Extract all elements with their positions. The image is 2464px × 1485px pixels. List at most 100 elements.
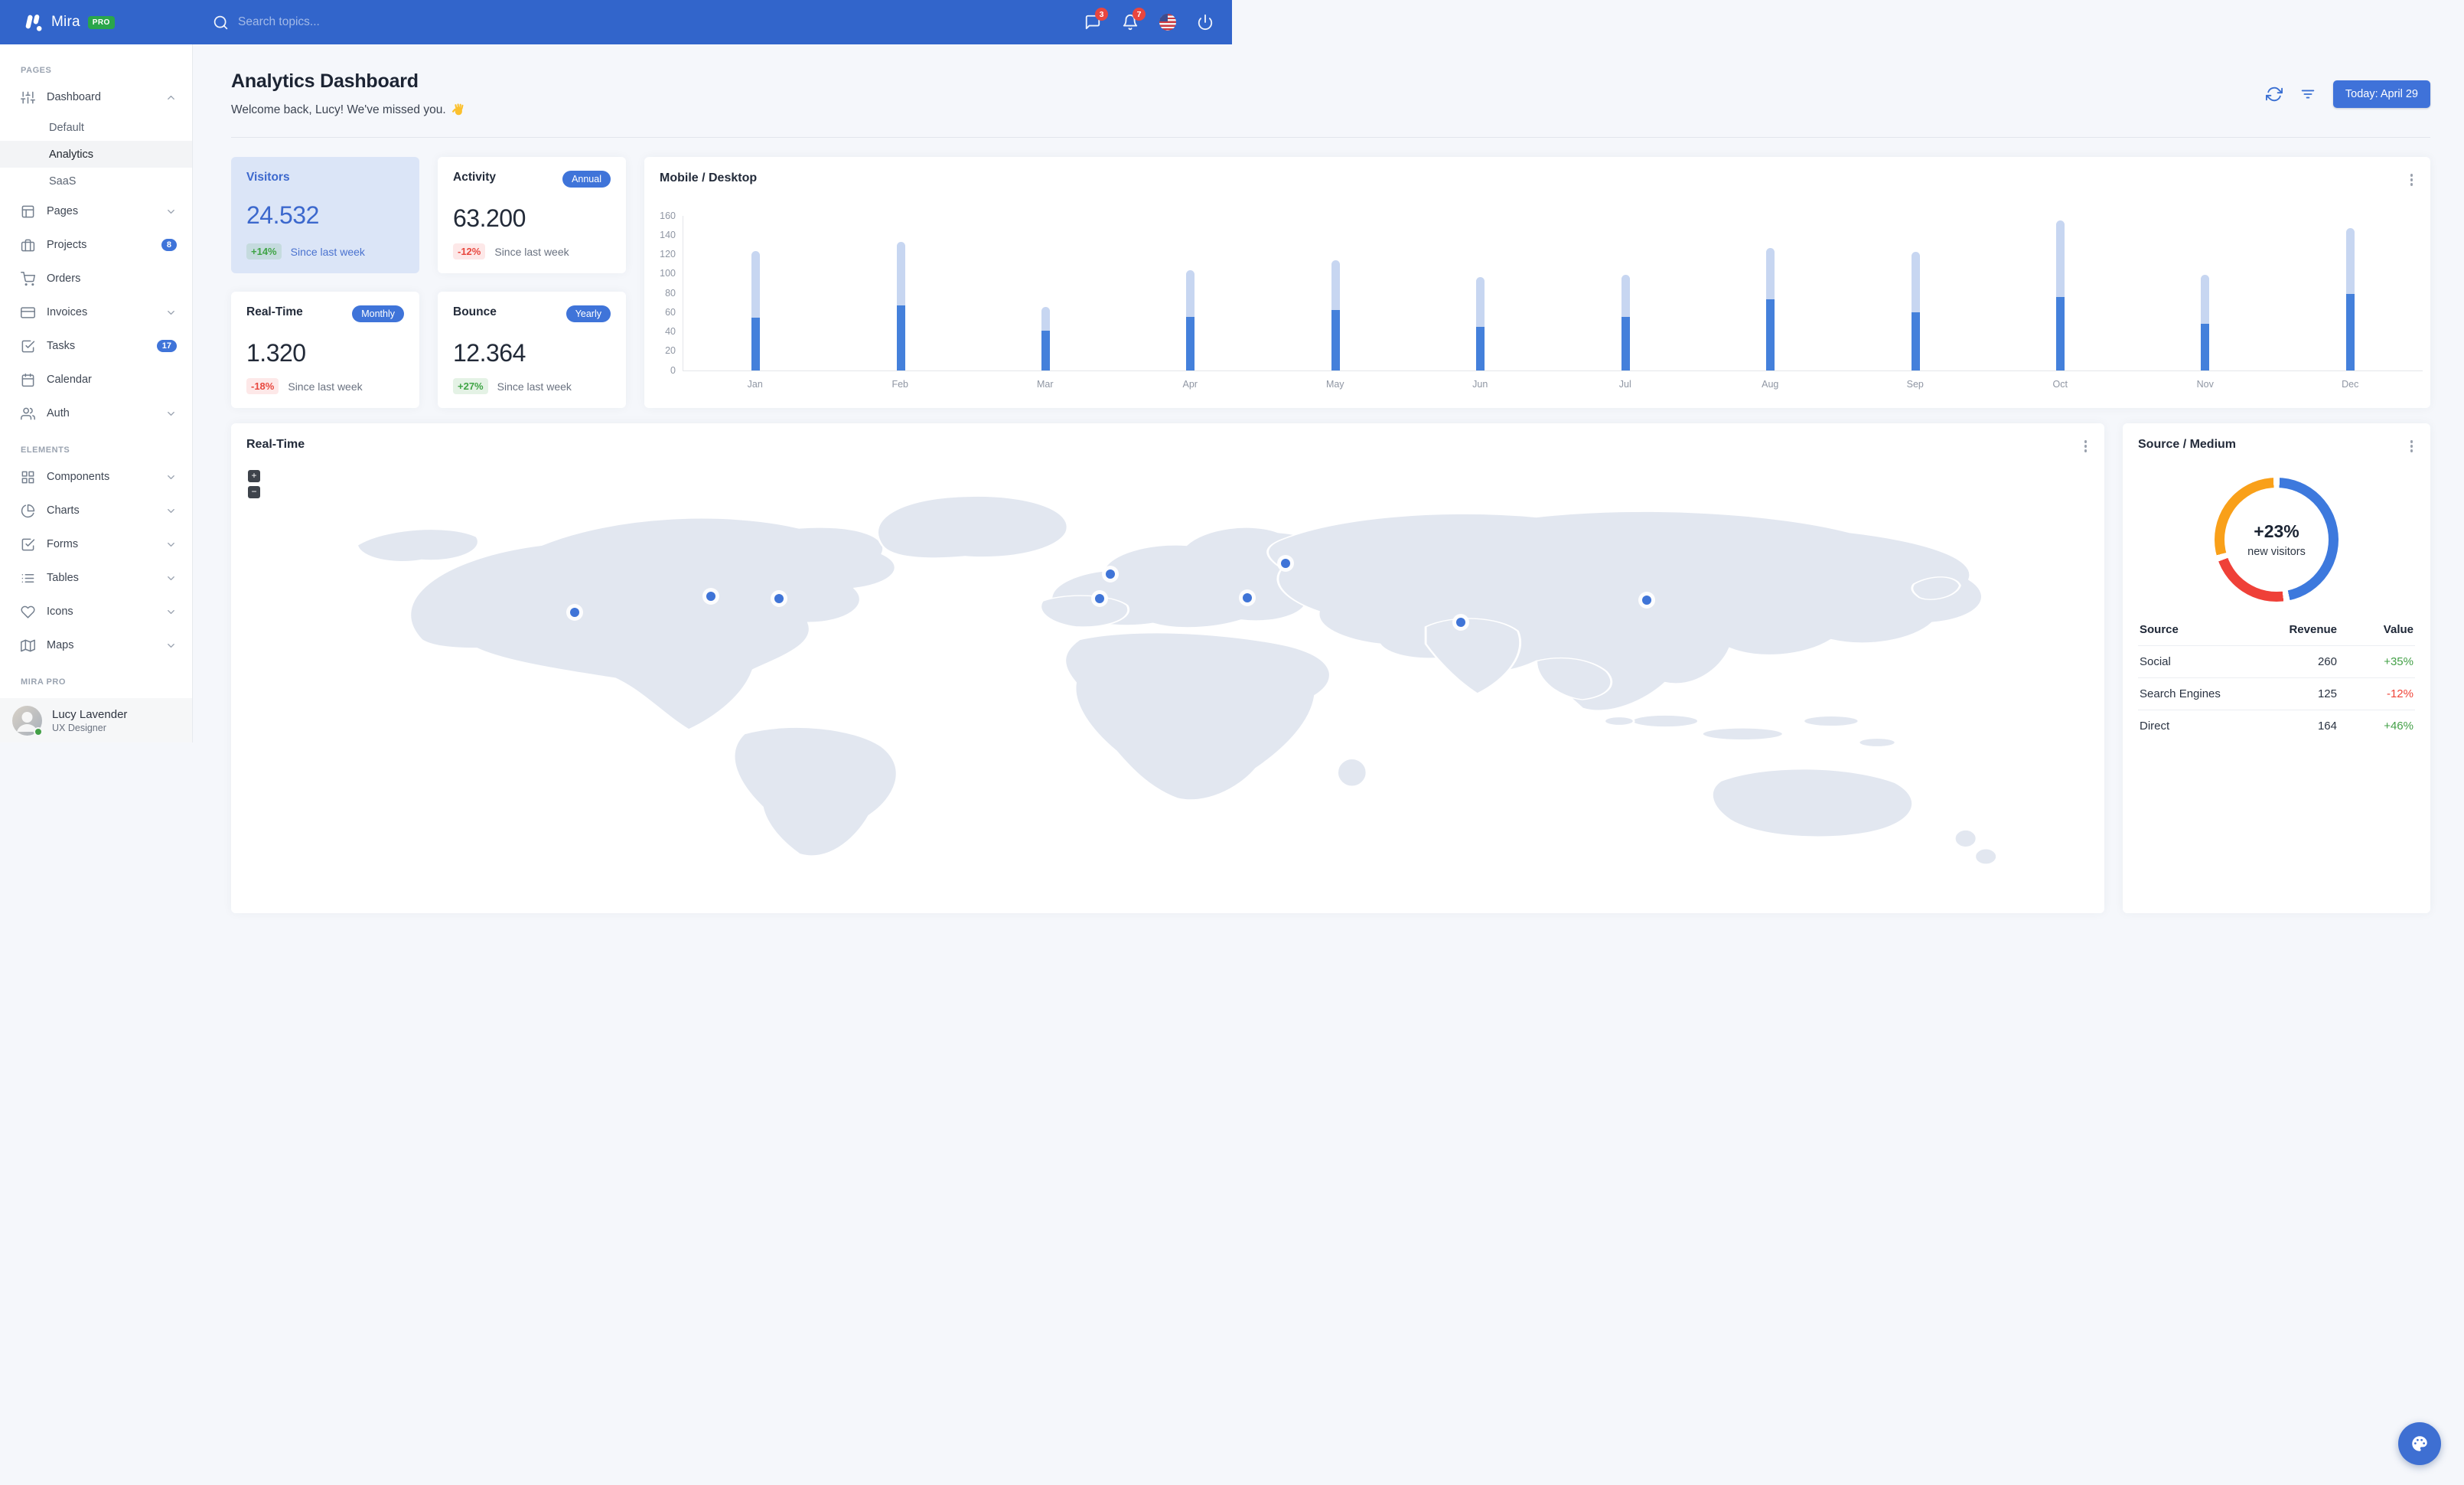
realtime-map-card: Real-Time + −	[231, 423, 2104, 913]
cell-value: -12%	[2386, 687, 2413, 700]
page-subtitle: Welcome back, Lucy! We've missed you.	[231, 103, 466, 117]
sidebar-item-tasks[interactable]: Tasks 17	[0, 329, 192, 363]
chart-menu-button[interactable]	[2408, 171, 2416, 188]
donut-center-label: new visitors	[2247, 545, 2306, 558]
donut-center: +23% new visitors	[2215, 478, 2339, 602]
bar-segment-desktop	[1186, 270, 1195, 318]
cell-value: +46%	[2384, 719, 2413, 733]
search-bar	[213, 15, 414, 31]
stat-note: Since last week	[288, 380, 363, 393]
bar-segment-desktop	[1041, 307, 1051, 331]
map-marker-new-york	[774, 593, 784, 603]
stacked-bar	[1766, 216, 1775, 370]
delta-badge: -12%	[453, 243, 486, 259]
stat-card-top: Bounce Yearly	[453, 305, 611, 322]
sidebar-subitem-default[interactable]: Default	[0, 114, 192, 141]
stat-note: Since last week	[290, 245, 365, 258]
sidebar-item-tables[interactable]: Tables	[0, 561, 192, 595]
y-axis-tick: 140	[660, 229, 676, 240]
cell-value: +35%	[2384, 654, 2413, 668]
bar-segment-mobile	[2056, 296, 2065, 370]
map-marker-london	[1106, 569, 1116, 579]
bar-segment-desktop	[2345, 227, 2355, 294]
map-zoom-out-button[interactable]: −	[248, 485, 260, 498]
table-row-direct: Direct 164 +46%	[2138, 709, 2415, 742]
messages-count-badge: 3	[1095, 8, 1108, 21]
sidebar-item-label: Invoices	[47, 306, 88, 318]
bar-chart: 0 20 40 60 80 100 120 140 160	[660, 211, 2423, 376]
sidebar-item-components[interactable]: Components	[0, 460, 192, 494]
x-axis-label: Aug	[1762, 378, 1779, 390]
sign-out-button[interactable]	[1197, 14, 1214, 31]
messages-button[interactable]: 3	[1084, 8, 1108, 31]
date-range-button[interactable]: Today: April 29	[2332, 80, 2430, 108]
sidebar-item-maps[interactable]: Maps	[0, 628, 192, 662]
donut-chart: +23% new visitors	[2215, 477, 2339, 602]
map-zoom-in-button[interactable]: +	[248, 469, 260, 482]
bar-segment-desktop	[1331, 259, 1340, 311]
stacked-bar	[751, 216, 761, 370]
sidebar-user[interactable]: Lucy Lavender UX Designer	[0, 698, 192, 742]
y-axis-tick: 120	[660, 249, 676, 259]
col-header-source: Source	[2140, 622, 2179, 636]
period-badge: Yearly	[565, 305, 611, 322]
filter-button[interactable]	[2299, 86, 2316, 103]
us-flag-icon	[1159, 14, 1176, 31]
sidebar-item-projects[interactable]: Projects 8	[0, 228, 192, 262]
sidebar-item-forms[interactable]: Forms	[0, 527, 192, 561]
list-icon	[21, 571, 35, 586]
x-axis-label: Sep	[1906, 378, 1924, 390]
brand[interactable]: Mira PRO	[0, 12, 193, 33]
sidebar-item-label: Components	[47, 471, 110, 483]
header-actions: Today: April 29	[2265, 80, 2430, 108]
sidebar-item-label: Tasks	[47, 340, 76, 352]
stacked-bar	[1331, 216, 1340, 370]
cell-source: Direct	[2140, 719, 2170, 733]
table-header-row: Source Revenue Value	[2138, 623, 2415, 645]
x-axis-label: Jun	[1472, 378, 1488, 390]
sidebar-item-calendar[interactable]: Calendar	[0, 363, 192, 397]
sidebar-subitem-analytics[interactable]: Analytics	[0, 141, 192, 168]
sidebar-item-charts[interactable]: Charts	[0, 494, 192, 527]
source-menu-button[interactable]	[2408, 438, 2416, 455]
refresh-button[interactable]	[2265, 86, 2283, 103]
stat-card-top: Activity Annual	[453, 171, 611, 188]
chevron-down-icon	[165, 539, 177, 550]
search-icon	[213, 15, 229, 31]
theme-settings-fab[interactable]	[2398, 1422, 2441, 1465]
sidebar-item-auth[interactable]: Auth	[0, 397, 192, 430]
sidebar-item-icons[interactable]: Icons	[0, 595, 192, 628]
cell-revenue: 125	[2317, 687, 2337, 700]
stat-value: 12.364	[453, 339, 526, 367]
bar-segment-desktop	[896, 241, 905, 305]
col-header-value: Value	[2383, 622, 2413, 636]
bar-segment-mobile	[1621, 317, 1630, 370]
source-medium-card: Source / Medium +23% new visitors Source…	[2123, 423, 2430, 913]
pro-badge: PRO	[87, 15, 115, 29]
stacked-bar	[2056, 216, 2065, 370]
stat-value: 1.320	[246, 339, 306, 367]
search-input[interactable]	[238, 15, 414, 29]
sidebar-item-orders[interactable]: Orders	[0, 262, 192, 295]
page-title: Analytics Dashboard	[231, 70, 419, 92]
users-icon	[21, 406, 35, 421]
sidebar-item-dashboard[interactable]: Dashboard	[0, 80, 192, 114]
sidebar-item-invoices[interactable]: Invoices	[0, 295, 192, 329]
sidebar-item-label: Projects	[47, 239, 87, 251]
language-flag-button[interactable]	[1159, 14, 1176, 31]
notifications-button[interactable]: 7	[1122, 8, 1146, 31]
map-icon	[21, 638, 35, 653]
stat-card-top: Real-Time Monthly	[246, 305, 404, 322]
bar-segment-desktop	[1911, 252, 1920, 312]
chevron-down-icon	[165, 472, 177, 483]
map-menu-button[interactable]	[2082, 438, 2090, 455]
bar-column-oct	[1988, 216, 2133, 370]
user-role: UX Designer	[52, 722, 106, 733]
sidebar-item-pages[interactable]: Pages	[0, 194, 192, 228]
bar-segment-mobile	[896, 305, 905, 370]
bar-column-jul	[1553, 216, 1698, 370]
sidebar-subitem-saas[interactable]: SaaS	[0, 168, 192, 194]
stacked-bar	[1186, 216, 1195, 370]
